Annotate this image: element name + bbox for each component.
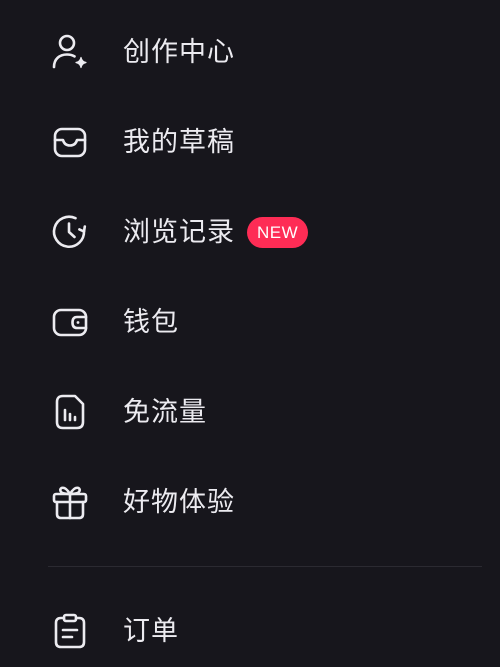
menu-item-label: 浏览记录 bbox=[123, 216, 235, 248]
menu-item-label: 钱包 bbox=[123, 306, 179, 338]
menu-item-free-data[interactable]: 免流量 bbox=[0, 367, 500, 457]
menu-item-label: 订单 bbox=[123, 615, 179, 647]
menu-item-label: 免流量 bbox=[123, 396, 207, 428]
data-card-icon bbox=[50, 392, 90, 432]
menu-item-creator-center[interactable]: 创作中心 bbox=[0, 7, 500, 97]
inbox-tray-icon bbox=[50, 122, 90, 162]
menu-item-label: 创作中心 bbox=[123, 36, 235, 68]
menu-item-orders[interactable]: 订单 bbox=[0, 586, 500, 667]
section-divider bbox=[48, 566, 482, 567]
side-menu: 创作中心 我的草稿 浏览记录 NEW 钱包 免流量 好物体验 订单 bbox=[0, 0, 500, 667]
menu-item-wallet[interactable]: 钱包 bbox=[0, 277, 500, 367]
menu-item-label: 好物体验 bbox=[123, 486, 235, 518]
menu-item-drafts[interactable]: 我的草稿 bbox=[0, 97, 500, 187]
creator-icon bbox=[50, 32, 90, 72]
clipboard-icon bbox=[50, 611, 90, 651]
gift-icon bbox=[50, 482, 90, 522]
menu-item-label: 我的草稿 bbox=[123, 126, 235, 158]
wallet-icon bbox=[50, 302, 90, 342]
new-badge: NEW bbox=[247, 216, 309, 248]
menu-item-history[interactable]: 浏览记录 NEW bbox=[0, 187, 500, 277]
history-clock-icon bbox=[50, 212, 90, 252]
menu-item-product-trial[interactable]: 好物体验 bbox=[0, 457, 500, 547]
